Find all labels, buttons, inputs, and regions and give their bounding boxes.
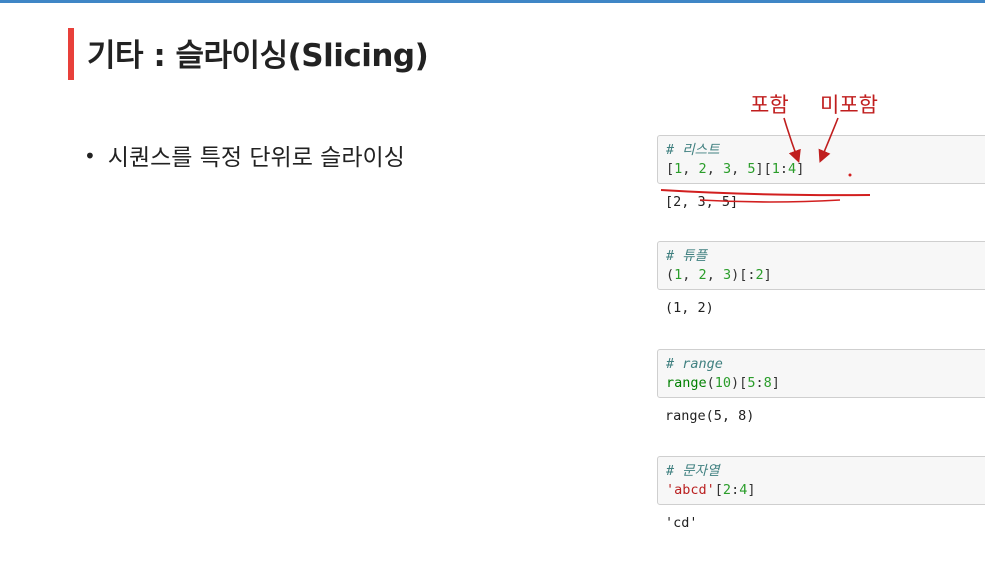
arrow-to-end-index <box>818 117 839 163</box>
underline-mark <box>660 189 871 197</box>
underline-mark-2 <box>699 199 841 203</box>
handwritten-marks <box>660 117 871 203</box>
arrow-to-start-index <box>783 117 801 164</box>
dot-mark <box>848 173 852 177</box>
